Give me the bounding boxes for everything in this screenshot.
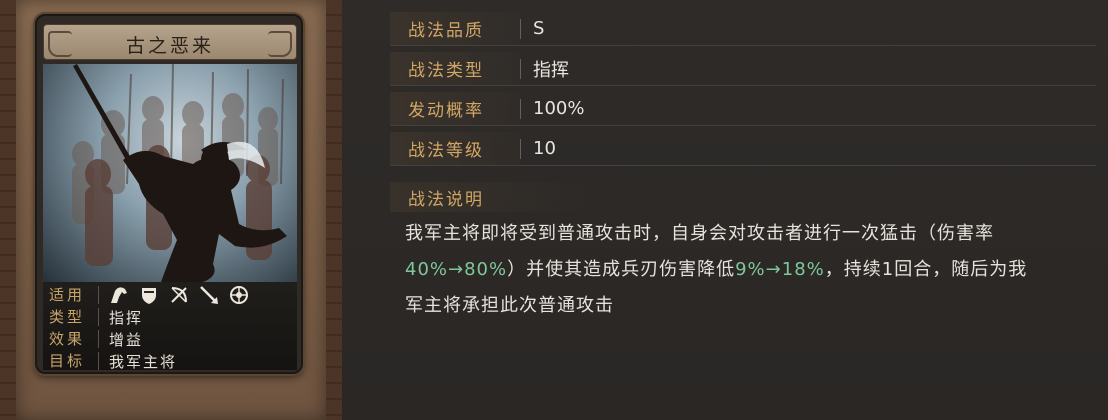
level-value: 10 [533, 138, 556, 159]
description-heading: 战法说明 [390, 182, 590, 212]
bow-icon[interactable] [169, 285, 189, 305]
siege-icon[interactable] [229, 285, 249, 305]
skill-card[interactable]: 古之恶来 适用 类型 指挥 效果 增益 目标 我军主将 [35, 14, 303, 374]
level-label: 战法等级 [390, 132, 520, 165]
target-value: 我军主将 [109, 352, 178, 371]
info-row-target: 目标 我军主将 [43, 350, 297, 372]
spear-icon[interactable] [199, 285, 219, 305]
artwork-illustration [72, 64, 287, 282]
trigger-rate-label: 发动概率 [390, 92, 520, 125]
quality-value: S [533, 18, 545, 39]
type-label: 类型 [43, 308, 99, 326]
info-row-troops: 适用 [43, 284, 297, 306]
damage-reduction-highlight: 9%→18% [735, 259, 825, 280]
description-text: 我军主将即将受到普通攻击时，自身会对攻击者进行一次猛击（伤害率 40%→80%）并… [405, 216, 1045, 324]
scroll-rod-left [0, 0, 16, 420]
effect-value: 增益 [109, 330, 144, 349]
card-title: 古之恶来 [125, 35, 214, 57]
quality-label: 战法品质 [390, 12, 520, 45]
type-value: 指挥 [109, 308, 144, 327]
troop-icons [99, 285, 249, 305]
effect-label: 效果 [43, 330, 99, 348]
attr-row-quality: 战法品质 S [390, 12, 1096, 46]
attr-row-level: 战法等级 10 [390, 132, 1096, 166]
info-row-effect: 效果 增益 [43, 328, 297, 350]
scroll-rod-right [326, 0, 342, 420]
damage-rate-highlight: 40%→80% [405, 259, 508, 280]
description-part-1: 我军主将即将受到普通攻击时，自身会对攻击者进行一次猛击（伤害率 [405, 223, 994, 244]
skill-artwork [43, 64, 297, 282]
target-label: 目标 [43, 352, 99, 370]
card-title-bar: 古之恶来 [43, 24, 297, 60]
cavalry-icon[interactable] [109, 285, 129, 305]
info-row-type: 类型 指挥 [43, 306, 297, 328]
description-part-2: ）并使其造成兵刃伤害降低 [507, 259, 736, 280]
skill-detail-panel: 战法品质 S 战法类型 指挥 发动概率 100% 战法等级 10 战法说明 我军… [342, 0, 1108, 420]
attr-row-type: 战法类型 指挥 [390, 52, 1096, 86]
skill-type-value: 指挥 [533, 59, 569, 81]
shield-icon[interactable] [139, 285, 159, 305]
card-info-panel: 适用 类型 指挥 效果 增益 目标 我军主将 [43, 282, 297, 372]
troops-label: 适用 [43, 286, 99, 304]
skill-type-label: 战法类型 [390, 52, 520, 85]
attr-row-trigger-rate: 发动概率 100% [390, 92, 1096, 126]
trigger-rate-value: 100% [533, 98, 585, 119]
